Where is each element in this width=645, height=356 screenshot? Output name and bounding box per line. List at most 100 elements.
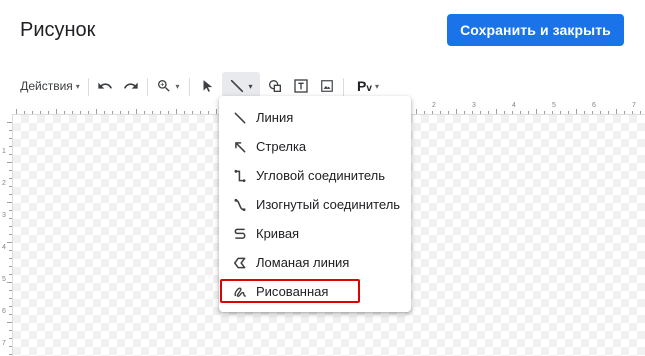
cursor-icon — [200, 79, 214, 93]
ruler-tick — [632, 111, 633, 114]
ruler-tick — [7, 282, 12, 283]
selection-highlight — [220, 279, 360, 303]
ruler-tick — [128, 111, 129, 114]
shape-icon — [267, 78, 283, 94]
ruler-tick — [136, 109, 137, 114]
menu-item-line[interactable]: Линия — [219, 103, 411, 132]
ruler-tick — [9, 274, 12, 275]
menu-item-curved-connector[interactable]: Изогнутый соединитель — [219, 190, 411, 219]
ruler-tick — [9, 338, 12, 339]
menu-item-label: Угловой соединитель — [256, 168, 386, 183]
ruler-tick — [9, 210, 12, 211]
ruler-tick — [9, 250, 12, 251]
ruler-tick — [104, 111, 105, 114]
ruler-tick — [16, 109, 17, 114]
menu-item-arrow[interactable]: Стрелка — [219, 132, 411, 161]
ruler-tick — [584, 111, 585, 114]
ruler-number: 3 — [472, 102, 476, 109]
ruler-tick — [9, 154, 12, 155]
zoom-icon — [156, 78, 172, 94]
ruler-tick — [96, 109, 97, 114]
undo-button[interactable] — [94, 72, 116, 100]
ruler-tick — [536, 109, 537, 114]
line-icon — [229, 78, 245, 94]
ruler-number: 5 — [2, 276, 6, 283]
ruler-tick — [144, 111, 145, 114]
ruler-tick — [7, 202, 12, 203]
ruler-tick — [9, 194, 12, 195]
ruler-tick — [9, 258, 12, 259]
ruler-tick — [7, 322, 12, 323]
menu-item-label: Линия — [256, 110, 294, 125]
actions-menu-button[interactable]: Действия ▾ — [16, 72, 84, 100]
ruler-tick — [504, 111, 505, 114]
ruler-number: 7 — [2, 340, 6, 347]
ruler-tick — [7, 122, 12, 123]
ruler-tick — [520, 111, 521, 114]
text-style-label: P — [357, 78, 367, 94]
ruler-tick — [192, 111, 193, 114]
actions-menu-label: Действия — [20, 79, 73, 93]
ruler-tick — [9, 290, 12, 291]
menu-item-polyline[interactable]: Ломаная линия — [219, 248, 411, 277]
polyline-icon — [232, 255, 248, 271]
curve-icon — [232, 226, 248, 242]
chevron-down-icon: ▾ — [75, 81, 80, 91]
ruler-tick — [9, 354, 12, 355]
toolbar-divider — [88, 78, 89, 96]
ruler-number: 2 — [2, 180, 6, 187]
zoom-menu-button[interactable]: ▾ — [153, 72, 183, 100]
ruler-tick — [592, 111, 593, 114]
ruler-tick — [9, 146, 12, 147]
save-and-close-button[interactable]: Сохранить и закрыть — [447, 14, 624, 46]
ruler-tick — [9, 226, 12, 227]
ruler-number: 3 — [2, 212, 6, 219]
chevron-down-icon: ▾ — [175, 81, 180, 91]
ruler-tick — [9, 186, 12, 187]
ruler-tick — [496, 109, 497, 114]
ruler-number: 4 — [512, 102, 516, 109]
ruler-tick — [456, 109, 457, 114]
ruler-tick — [152, 111, 153, 114]
ruler-tick — [200, 111, 201, 114]
ruler-tick — [560, 111, 561, 114]
ruler-tick — [9, 298, 12, 299]
select-tool-button[interactable] — [196, 72, 218, 100]
ruler-tick — [88, 111, 89, 114]
menu-item-curve[interactable]: Кривая — [219, 219, 411, 248]
ruler-tick — [472, 111, 473, 114]
ruler-tick — [552, 111, 553, 114]
ruler-number: 4 — [2, 244, 6, 251]
text-style-icon: Pv — [357, 78, 372, 94]
ruler-tick — [416, 109, 417, 114]
ruler-tick — [64, 111, 65, 114]
elbow-connector-icon — [232, 168, 248, 184]
ruler-tick — [40, 111, 41, 114]
ruler-number: 6 — [2, 308, 6, 315]
ruler-number: 1 — [2, 148, 6, 155]
ruler-tick — [80, 111, 81, 114]
ruler-tick — [9, 218, 12, 219]
ruler-tick — [640, 111, 641, 114]
chevron-down-icon: ▾ — [374, 81, 379, 91]
arrow-icon — [232, 139, 248, 155]
ruler-tick — [7, 162, 12, 163]
ruler-tick — [208, 111, 209, 114]
redo-icon — [123, 78, 139, 94]
ruler-number: 2 — [432, 102, 436, 109]
menu-item-elbow-connector[interactable]: Угловой соединитель — [219, 161, 411, 190]
ruler-tick — [9, 330, 12, 331]
toolbar-divider — [189, 78, 190, 96]
vertical-ruler: 1 2 3 4 5 6 7 — [0, 114, 13, 356]
dialog-title: Рисунок — [20, 19, 96, 41]
toolbar-divider — [147, 78, 148, 96]
ruler-number: 5 — [552, 102, 556, 109]
redo-button[interactable] — [120, 72, 142, 100]
ruler-tick — [624, 111, 625, 114]
text-box-icon — [293, 78, 309, 94]
ruler-tick — [160, 111, 161, 114]
ruler-tick — [9, 266, 12, 267]
ruler-tick — [72, 111, 73, 114]
ruler-tick — [56, 109, 57, 114]
dialog-header: Рисунок Сохранить и закрыть — [0, 0, 645, 64]
